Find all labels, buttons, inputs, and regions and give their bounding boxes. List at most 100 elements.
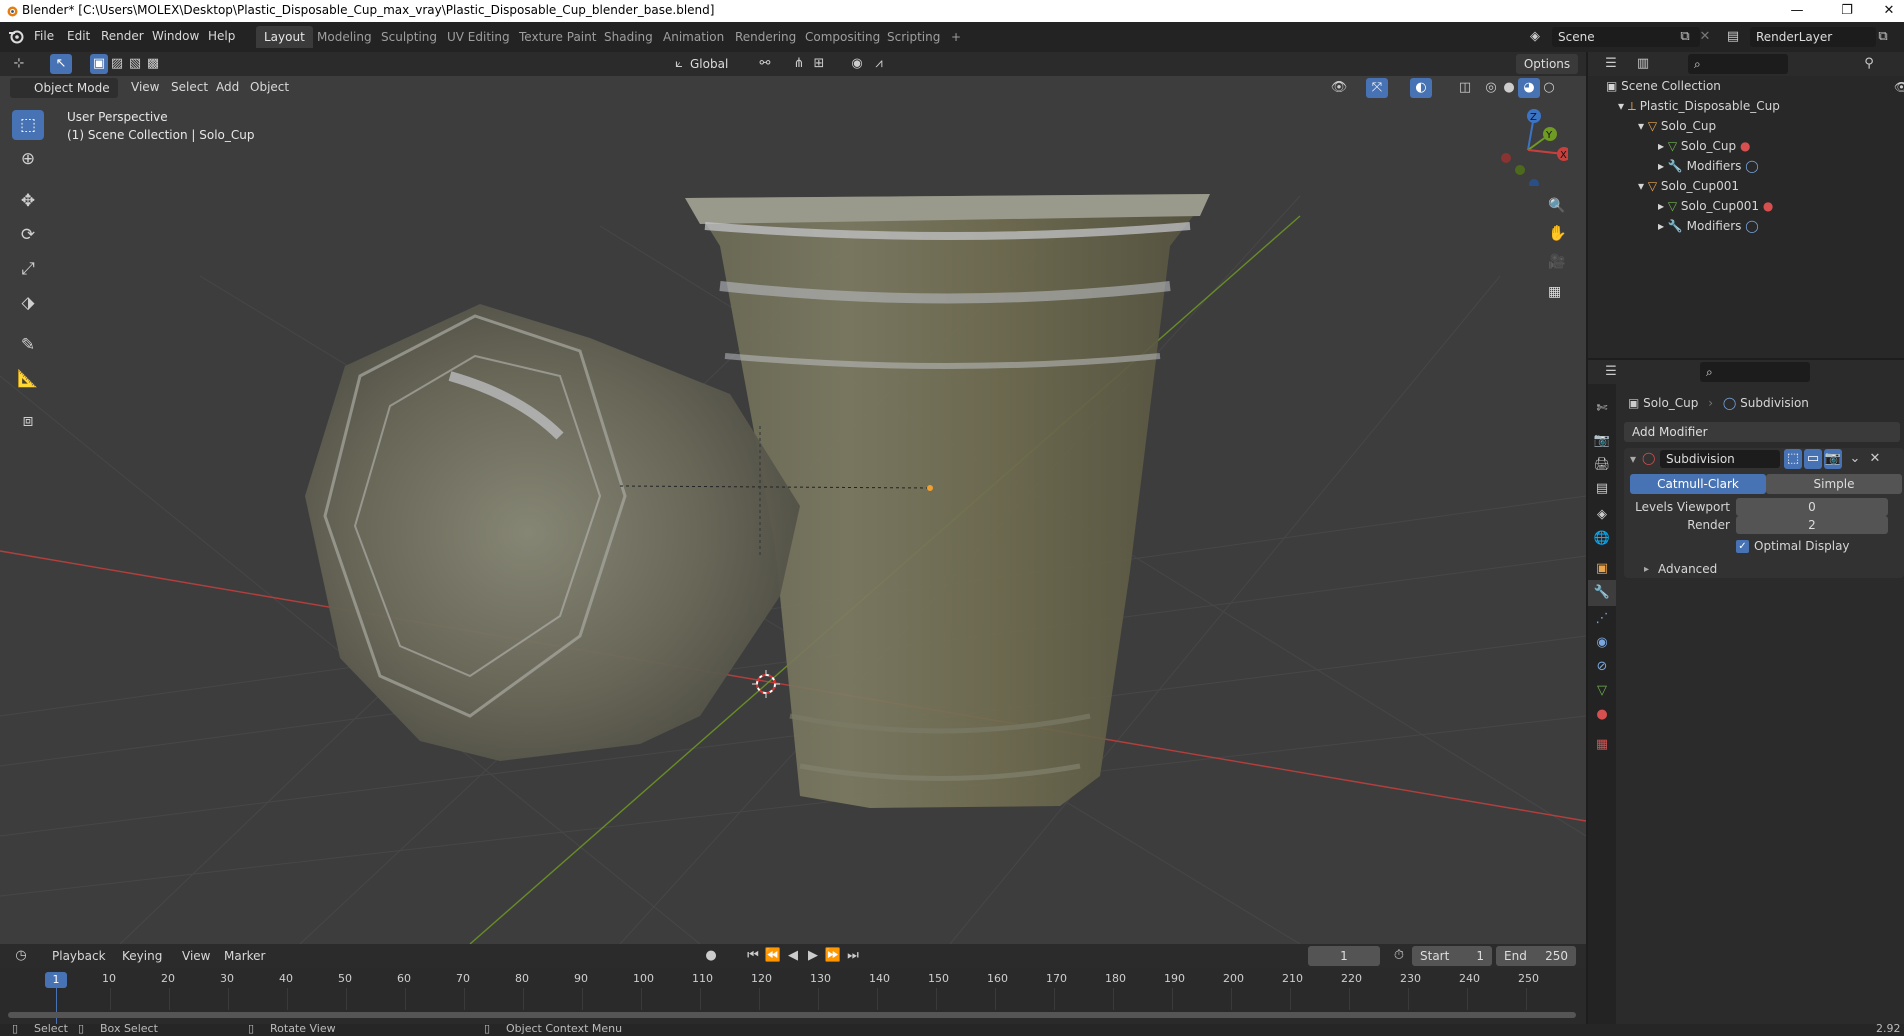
current-frame-field[interactable]: 1 [1308,946,1380,966]
tab-modeling[interactable]: Modeling [309,26,380,48]
tab-animation[interactable]: Animation [655,26,732,48]
outliner-editor-icon[interactable]: ☰ [1600,54,1622,74]
gizmo-neg-y-icon[interactable] [1515,165,1525,175]
measure-tool-icon[interactable]: 📐 [12,364,44,394]
scene-icon[interactable]: ◈ [1524,27,1546,47]
viewport-menu-add[interactable]: Add [216,80,239,94]
overlay-toggle-icon[interactable]: ◐ [1410,78,1432,98]
modifier-menu-icon[interactable]: ⌄ [1844,449,1866,469]
levels-viewport-field[interactable]: 0 [1736,498,1888,516]
snap-target-icon[interactable]: ⊞ [808,54,830,74]
prev-keyframe-icon[interactable]: ⏪ [762,946,784,966]
texture-tab-icon[interactable]: ▦ [1588,732,1616,758]
new-render-layer-icon[interactable]: ⧉ [1872,27,1894,47]
advanced-subpanel[interactable]: Advanced [1658,562,1717,576]
ortho-toggle-icon[interactable]: ▦ [1548,284,1561,300]
data-tab-icon[interactable]: ▽ [1588,678,1616,704]
solo-cup-tipped[interactable] [305,304,800,761]
object-tab-icon[interactable]: ▣ [1588,556,1616,582]
editor-type-icon[interactable]: ⊹ [8,54,30,74]
visibility-eye-icon[interactable]: 👁 [1894,80,1904,94]
simple-button[interactable]: Simple [1766,474,1902,494]
menu-edit[interactable]: Edit [67,29,90,43]
constraints-tab-icon[interactable]: ⊘ [1588,654,1616,680]
select-mode-intersect-icon[interactable]: ▩ [144,54,162,74]
render-tab-icon[interactable]: 📷 [1588,428,1616,454]
timeline-track[interactable]: 10 20 30 40 50 60 70 80 90 100 110 120 130 140 150 160 1… [0,968,1586,1024]
outliner-row-modifiers[interactable]: ▸ 🔧 Modifiers ◯ [1658,216,1759,236]
select-mode-extend-icon[interactable]: ▨ [108,54,126,74]
render-layer-icon[interactable]: ▤ [1722,27,1744,47]
outliner-row-collection[interactable]: ▾ ⟂ Plastic_Disposable_Cup [1618,96,1780,116]
menu-window[interactable]: Window [152,29,199,43]
menu-render[interactable]: Render [101,29,144,43]
world-tab-icon[interactable]: 🌐 [1588,526,1616,552]
visibility-icon[interactable]: 👁 [1328,78,1350,98]
outliner-row-object[interactable]: ▾ ▽ Solo_Cup [1638,116,1716,136]
falloff-icon[interactable]: ⩘ [868,54,890,74]
timeline-scrollbar[interactable] [8,1012,1576,1018]
add-cube-tool-icon[interactable]: ⧈ [12,406,44,436]
tab-texture-paint[interactable]: Texture Paint [511,26,604,48]
next-keyframe-icon[interactable]: ⏩ [822,946,844,966]
collapse-toggle-icon[interactable]: ▾ [1630,452,1636,466]
viewport-menu-view[interactable]: View [131,80,159,94]
tab-shading[interactable]: Shading [596,26,661,48]
viewport-menu-object[interactable]: Object [250,80,289,94]
pan-view-icon[interactable]: ✋ [1548,224,1567,242]
annotate-tool-icon[interactable]: ✎ [12,330,44,360]
cursor-tool-icon[interactable]: ⊕ [12,144,44,174]
output-tab-icon[interactable]: 🖨 [1588,452,1616,478]
3d-viewport[interactable]: User Perspective (1) Scene Collection | … [0,76,1586,944]
render-toggle-icon[interactable]: 📷 [1824,449,1842,469]
record-icon[interactable]: ● [700,946,722,966]
tool-tab-icon[interactable]: ✄ [1588,396,1616,422]
pivot-point-icon[interactable]: ⚯ [754,54,776,74]
view-layer-tab-icon[interactable]: ▤ [1588,476,1616,502]
outliner-row-mesh[interactable]: ▸ ▽ Solo_Cup001 ● [1658,196,1773,216]
tab-scripting[interactable]: Scripting [879,26,948,48]
viewport-toggle-icon[interactable]: ▭ [1804,449,1822,469]
tab-compositing[interactable]: Compositing [797,26,888,48]
material-shading-icon[interactable]: ◕ [1518,78,1540,98]
play-reverse-icon[interactable]: ◀ [782,946,804,966]
select-tool-icon[interactable]: ↖ [50,54,72,74]
tab-uv-editing[interactable]: UV Editing [439,26,518,48]
edit-mode-toggle-icon[interactable]: ⬚ [1784,449,1802,469]
modifier-tab-icon[interactable]: 🔧 [1588,580,1616,606]
modifier-name-field[interactable]: Subdivision [1660,450,1780,468]
timeline-menu-playback[interactable]: Playback [52,949,106,963]
select-mode-new-icon[interactable]: ▣ [90,54,108,74]
object-mode-dropdown[interactable]: Object Mode [10,78,118,98]
playhead[interactable]: 1 [45,972,67,988]
physics-tab-icon[interactable]: ◉ [1588,630,1616,656]
gizmo-neg-x-icon[interactable] [1501,153,1511,163]
blender-menu-icon[interactable] [8,28,24,44]
particles-tab-icon[interactable]: ⋰ [1588,606,1616,632]
render-levels-field[interactable]: 2 [1736,516,1888,534]
outliner-scene-collection[interactable]: ▣ Scene Collection [1606,76,1721,96]
jump-end-icon[interactable]: ⏭ [842,946,864,966]
camera-view-icon[interactable]: 🎥 [1548,254,1565,270]
scene-tab-icon[interactable]: ◈ [1588,502,1616,528]
transform-orientation-dropdown[interactable]: Global [690,54,748,74]
gizmo-toggle-icon[interactable]: ⤧ [1366,78,1388,98]
viewport-menu-select[interactable]: Select [171,80,208,94]
options-dropdown[interactable]: Options [1516,54,1578,74]
xray-toggle-icon[interactable]: ◫ [1454,78,1476,98]
move-tool-icon[interactable]: ✥ [12,186,44,216]
add-modifier-button[interactable]: Add Modifier [1624,422,1900,442]
solid-shading-icon[interactable]: ● [1498,78,1520,98]
scale-tool-icon[interactable]: ⤢ [12,254,44,284]
select-box-tool-icon[interactable]: ⬚ [12,110,44,140]
outliner-search-input[interactable]: ⌕ [1688,54,1788,74]
tab-layout[interactable]: Layout [256,26,313,48]
maximize-button[interactable]: ❐ [1824,0,1870,22]
start-frame-field[interactable]: Start 1 [1412,946,1492,966]
proportional-edit-icon[interactable]: ◉ [846,54,868,74]
outliner-row-object[interactable]: ▾ ▽ Solo_Cup001 [1638,176,1739,196]
play-icon[interactable]: ▶ [802,946,824,966]
end-frame-field[interactable]: End 250 [1496,946,1576,966]
properties-search-input[interactable]: ⌕ [1700,362,1810,382]
remove-modifier-icon[interactable]: ✕ [1864,449,1886,469]
